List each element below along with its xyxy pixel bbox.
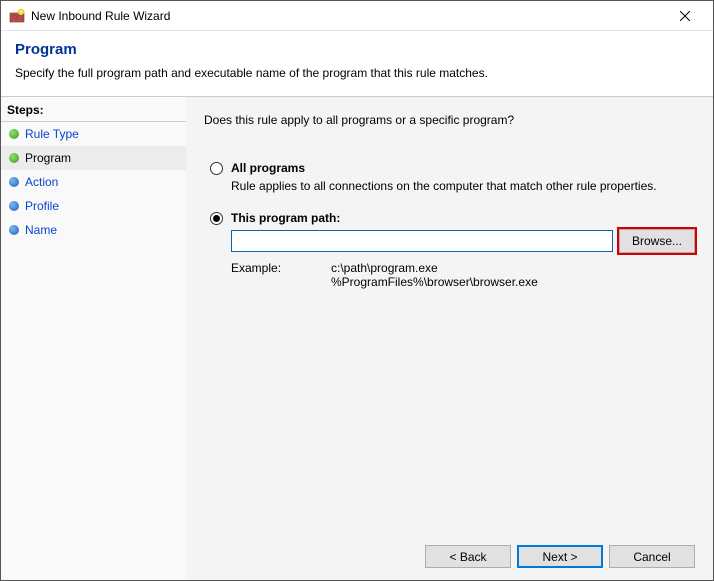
wizard-header: Program Specify the full program path an… — [1, 31, 713, 96]
page-subtitle: Specify the full program path and execut… — [15, 66, 699, 80]
step-label: Program — [25, 151, 71, 165]
wizard-window: New Inbound Rule Wizard Program Specify … — [0, 0, 714, 581]
step-name[interactable]: Name — [1, 218, 186, 242]
firewall-icon — [9, 8, 25, 24]
steps-sidebar: Steps: Rule Type Program Action Profile … — [1, 96, 186, 580]
step-rule-type[interactable]: Rule Type — [1, 122, 186, 146]
radio-label: All programs — [231, 161, 305, 175]
radio-label: This program path: — [231, 211, 340, 225]
bullet-icon — [9, 129, 19, 139]
program-path-input[interactable] — [231, 230, 613, 252]
radio-icon[interactable] — [210, 212, 223, 225]
bullet-icon — [9, 153, 19, 163]
step-program[interactable]: Program — [1, 146, 186, 170]
close-button[interactable] — [665, 2, 705, 30]
step-label[interactable]: Profile — [25, 199, 59, 213]
radio-icon[interactable] — [210, 162, 223, 175]
wizard-question: Does this rule apply to all programs or … — [204, 113, 695, 127]
example-paths: c:\path\program.exe %ProgramFiles%\brows… — [331, 261, 538, 289]
radio-this-program-path[interactable]: This program path: — [210, 211, 695, 225]
wizard-content: Steps: Rule Type Program Action Profile … — [1, 96, 713, 580]
cancel-button[interactable]: Cancel — [609, 545, 695, 568]
step-label[interactable]: Name — [25, 223, 57, 237]
window-title: New Inbound Rule Wizard — [31, 9, 665, 23]
bullet-icon — [9, 201, 19, 211]
next-button[interactable]: Next > — [517, 545, 603, 568]
step-action[interactable]: Action — [1, 170, 186, 194]
example-row: Example: c:\path\program.exe %ProgramFil… — [231, 261, 695, 289]
titlebar: New Inbound Rule Wizard — [1, 1, 713, 31]
program-path-row: Browse... — [231, 229, 695, 253]
steps-heading: Steps: — [1, 99, 186, 122]
step-label[interactable]: Rule Type — [25, 127, 79, 141]
wizard-main: Does this rule apply to all programs or … — [186, 96, 713, 580]
step-label[interactable]: Action — [25, 175, 58, 189]
radio-all-programs[interactable]: All programs — [210, 161, 695, 175]
page-title: Program — [15, 41, 699, 58]
wizard-footer-buttons: < Back Next > Cancel — [204, 535, 695, 568]
example-label: Example: — [231, 261, 291, 289]
back-button[interactable]: < Back — [425, 545, 511, 568]
radio-all-desc: Rule applies to all connections on the c… — [231, 179, 695, 193]
bullet-icon — [9, 225, 19, 235]
bullet-icon — [9, 177, 19, 187]
browse-button[interactable]: Browse... — [619, 229, 695, 253]
program-scope-radio-group: All programs Rule applies to all connect… — [210, 161, 695, 289]
step-profile[interactable]: Profile — [1, 194, 186, 218]
